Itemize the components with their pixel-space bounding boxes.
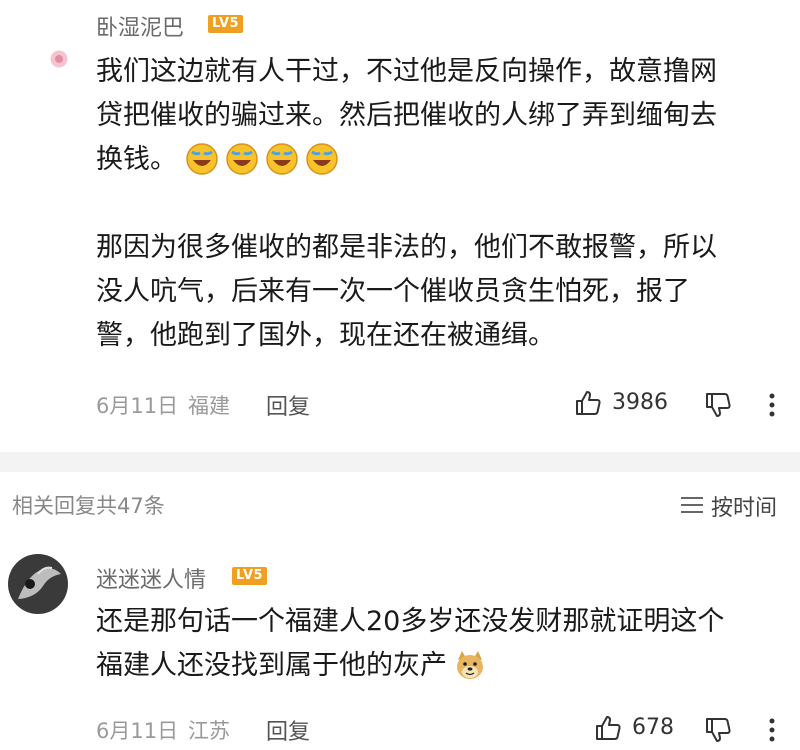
comment-username[interactable]: 卧湿泥巴 xyxy=(96,10,184,42)
laughing-crying-emoji-icon xyxy=(265,142,299,176)
thumbs-down-icon[interactable] xyxy=(704,715,734,749)
replies-count-label: 相关回复共47条 xyxy=(12,494,165,518)
sort-list-icon[interactable] xyxy=(681,496,703,518)
comment-line-text: 福建人还没找到属于他的灰产 xyxy=(96,650,447,681)
avatar[interactable] xyxy=(8,554,68,618)
comment-username[interactable]: 迷迷迷人情 xyxy=(96,562,206,594)
reply-comment: 迷迷迷人情 LV5 还是那句话一个福建人20多岁还没发财那就证明这个 福建人还没… xyxy=(0,540,800,750)
like-count: 678 xyxy=(632,715,674,740)
comment-line: 福建人还没找到属于他的灰产 xyxy=(96,644,796,688)
level-badge: LV5 xyxy=(208,15,244,33)
more-options-icon[interactable] xyxy=(768,717,776,747)
more-options-icon[interactable] xyxy=(768,392,776,422)
replies-header: 相关回复共47条 按时间 xyxy=(0,480,800,526)
laughing-crying-emoji-icon xyxy=(305,142,339,176)
comment-body: 我们这边就有人干过，不过他是反向操作，故意撸网 贷把催收的骗过来。然后把催收的人… xyxy=(96,50,786,358)
comment-body: 还是那句话一个福建人20多岁还没发财那就证明这个 福建人还没找到属于他的灰产 xyxy=(96,600,796,688)
comment-line: 我们这边就有人干过，不过他是反向操作，故意撸网 xyxy=(96,56,717,87)
thumbs-up-icon[interactable] xyxy=(594,713,624,747)
section-divider xyxy=(0,452,800,472)
comment-location: 江苏 xyxy=(188,719,230,743)
comment-date: 6月11日 xyxy=(96,719,179,743)
laughing-crying-emoji-icon xyxy=(225,142,259,176)
comment-main: 卧湿泥巴 LV5 我们这边就有人干过，不过他是反向操作，故意撸网 贷把催收的骗过… xyxy=(0,0,800,452)
comment-date: 6月11日 xyxy=(96,394,179,418)
comment-line: 警，他跑到了国外，现在还在被通缉。 xyxy=(96,320,555,351)
reply-button[interactable]: 回复 xyxy=(266,714,310,746)
doge-emoji-icon xyxy=(453,648,487,682)
comment-line: 贷把催收的骗过来。然后把催收的人绑了弄到缅甸去 xyxy=(96,100,717,131)
comment-line-text: 换钱。 xyxy=(96,144,177,175)
avatar-small-icon[interactable] xyxy=(50,50,68,72)
comment-line: 没人吭气，后来有一次一个催收员贪生怕死，报了 xyxy=(96,276,690,307)
level-badge: LV5 xyxy=(232,567,268,585)
comment-line: 还是那句话一个福建人20多岁还没发财那就证明这个 xyxy=(96,606,725,637)
sort-by-time-button[interactable]: 按时间 xyxy=(711,490,777,522)
thumbs-up-icon[interactable] xyxy=(574,388,604,422)
comment-line: 换钱。 xyxy=(96,138,786,182)
comment-line: 那因为很多催收的都是非法的，他们不敢报警，所以 xyxy=(96,232,717,263)
laughing-crying-emoji-icon xyxy=(185,142,219,176)
like-count: 3986 xyxy=(612,390,668,415)
comment-location: 福建 xyxy=(188,394,230,418)
thumbs-down-icon[interactable] xyxy=(704,390,734,424)
reply-button[interactable]: 回复 xyxy=(266,389,310,421)
